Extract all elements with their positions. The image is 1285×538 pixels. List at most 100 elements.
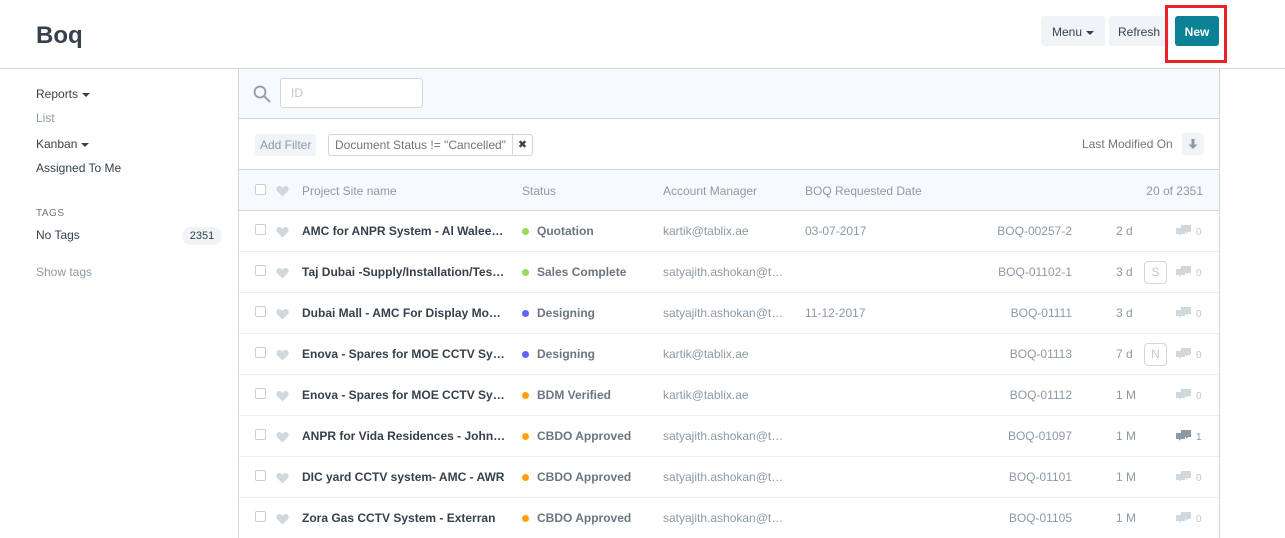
status-indicator-dot [522,310,529,317]
row-checkbox[interactable] [255,388,266,399]
heart-icon[interactable] [276,472,289,484]
project-site-name[interactable]: Enova - Spares for MOE CCTV System [302,347,507,361]
row-checkbox[interactable] [255,306,266,317]
modified-time: 3 d [1116,265,1133,279]
project-site-name[interactable]: ANPR for Vida Residences - Johnson Contr… [302,429,507,443]
modified-time: 3 d [1116,306,1133,320]
sort-by-dropdown[interactable]: Last Modified On [1082,137,1173,151]
highlight-annotation-box [1165,5,1227,63]
heart-icon[interactable] [276,390,289,402]
account-manager: satyajith.ashokan@tablix.ae [663,429,786,443]
comment-icon [1176,389,1191,400]
heart-icon[interactable] [276,308,289,320]
comment-count: 0 [1196,350,1202,361]
table-row[interactable]: DIC yard CCTV system- AMC - AWR CBDO Appr… [239,457,1219,498]
comment-count: 0 [1196,227,1202,238]
tag-count-badge: 2351 [182,227,222,245]
column-status[interactable]: Status [522,184,556,198]
table-row[interactable]: Taj Dubai -Supply/Installation/Testing Sa… [239,252,1219,293]
modified-time: 1 M [1116,388,1137,402]
account-manager: satyajith.ashokan@tablix.ae [663,511,786,525]
sidebar-item-assigned-to-me[interactable]: Assigned To Me [36,161,121,175]
sidebar-item-label: Kanban [36,137,78,151]
row-checkbox[interactable] [255,265,266,276]
column-boq-requested-date[interactable]: BOQ Requested Date [805,184,922,198]
heart-icon[interactable] [276,267,289,279]
list-panel: Add Filter Document Status != "Cancelled… [238,69,1220,538]
comment-count: 0 [1196,514,1202,525]
boq-requested-date: 11-12-2017 [805,306,866,320]
document-id: BOQ-01113 [1009,347,1072,361]
document-id: BOQ-01105 [1008,511,1072,525]
comment-icon [1176,348,1191,359]
account-manager: satyajith.ashokan@tablix.ae [663,265,786,279]
row-checkbox[interactable] [255,429,266,440]
menu-button-label: Menu [1051,25,1083,39]
show-tags-link[interactable]: Show tags [36,265,92,279]
heart-icon[interactable] [276,185,289,197]
page-header: Boq Menu Refresh New [0,0,1285,69]
modified-time: 1 M [1116,511,1137,525]
sidebar-item-reports[interactable]: Reports [36,87,91,101]
status-indicator-dot [522,351,529,358]
sort-order-button[interactable] [1182,133,1204,155]
select-all-checkbox[interactable] [255,184,266,195]
document-id: BOQ-01112 [1009,388,1072,402]
table-row[interactable]: Enova - Spares for MOE CCTV System Design… [239,334,1219,375]
comment-icon [1176,266,1191,277]
document-id: BOQ-01097 [1007,429,1072,443]
heart-icon[interactable] [276,349,289,361]
refresh-button[interactable]: Refresh [1109,16,1169,46]
status-label: CBDO Approved [537,470,632,484]
status-label: CBDO Approved [537,429,632,443]
filter-pill[interactable]: Document Status != "Cancelled" ✖ [328,134,533,156]
comment-icon [1176,225,1191,236]
avatar[interactable]: N [1144,343,1167,366]
sidebar-item-kanban[interactable]: Kanban [36,137,90,151]
row-checkbox[interactable] [255,224,266,235]
menu-button[interactable]: Menu [1041,16,1105,46]
project-site-name[interactable]: Taj Dubai -Supply/Installation/Testing [302,265,507,279]
heart-icon[interactable] [276,226,289,238]
modified-time: 2 d [1116,224,1133,238]
table-row[interactable]: Dubai Mall - AMC For Display Monitors Des… [239,293,1219,334]
project-site-name[interactable]: Enova - Spares for MOE CCTV System [302,388,507,402]
account-manager: kartik@tablix.ae [663,388,749,402]
filter-pill-label: Document Status != "Cancelled" [329,135,513,155]
sidebar-item-list[interactable]: List [36,111,55,125]
row-checkbox[interactable] [255,470,266,481]
status-indicator-dot [522,228,529,235]
add-filter-button[interactable]: Add Filter [255,134,317,156]
project-site-name[interactable]: Zora Gas CCTV System - Exterran [302,511,507,525]
account-manager: satyajith.ashokan@tablix.ae [663,470,786,484]
document-id: BOQ-01102-1 [998,265,1072,279]
comment-icon [1176,471,1191,482]
project-site-name[interactable]: AMC for ANPR System - Al Waleed Holding [302,224,507,238]
page-title: Boq [36,22,83,49]
heart-icon[interactable] [276,431,289,443]
sidebar-item-no-tags[interactable]: No Tags [36,228,80,242]
project-site-name[interactable]: Dubai Mall - AMC For Display Monitors [302,306,507,320]
search-icon [253,85,271,103]
table-row[interactable]: ANPR for Vida Residences - Johnson Contr… [239,416,1219,457]
heart-icon[interactable] [276,513,289,525]
row-checkbox[interactable] [255,347,266,358]
column-account-manager[interactable]: Account Manager [663,184,757,198]
id-search-input[interactable] [280,78,423,108]
remove-filter-icon[interactable]: ✖ [513,135,532,155]
table-row[interactable]: Zora Gas CCTV System - Exterran CBDO Appr… [239,498,1219,538]
boq-requested-date: 03-07-2017 [805,224,867,238]
sidebar: Reports List Kanban Assigned To Me TAGS … [0,70,238,538]
status-indicator-dot [522,515,529,522]
comment-count: 0 [1196,309,1202,320]
status-label: Sales Complete [537,265,627,279]
status-indicator-dot [522,433,529,440]
document-id: BOQ-01111 [1010,306,1072,320]
table-row[interactable]: AMC for ANPR System - Al Waleed Holding Q… [239,211,1219,252]
avatar[interactable]: S [1144,261,1167,284]
project-site-name[interactable]: DIC yard CCTV system- AMC - AWR [302,470,507,484]
comment-count: 0 [1196,268,1202,279]
column-project-site-name[interactable]: Project Site name [302,184,397,198]
table-row[interactable]: Enova - Spares for MOE CCTV System BDM Ve… [239,375,1219,416]
row-checkbox[interactable] [255,511,266,522]
